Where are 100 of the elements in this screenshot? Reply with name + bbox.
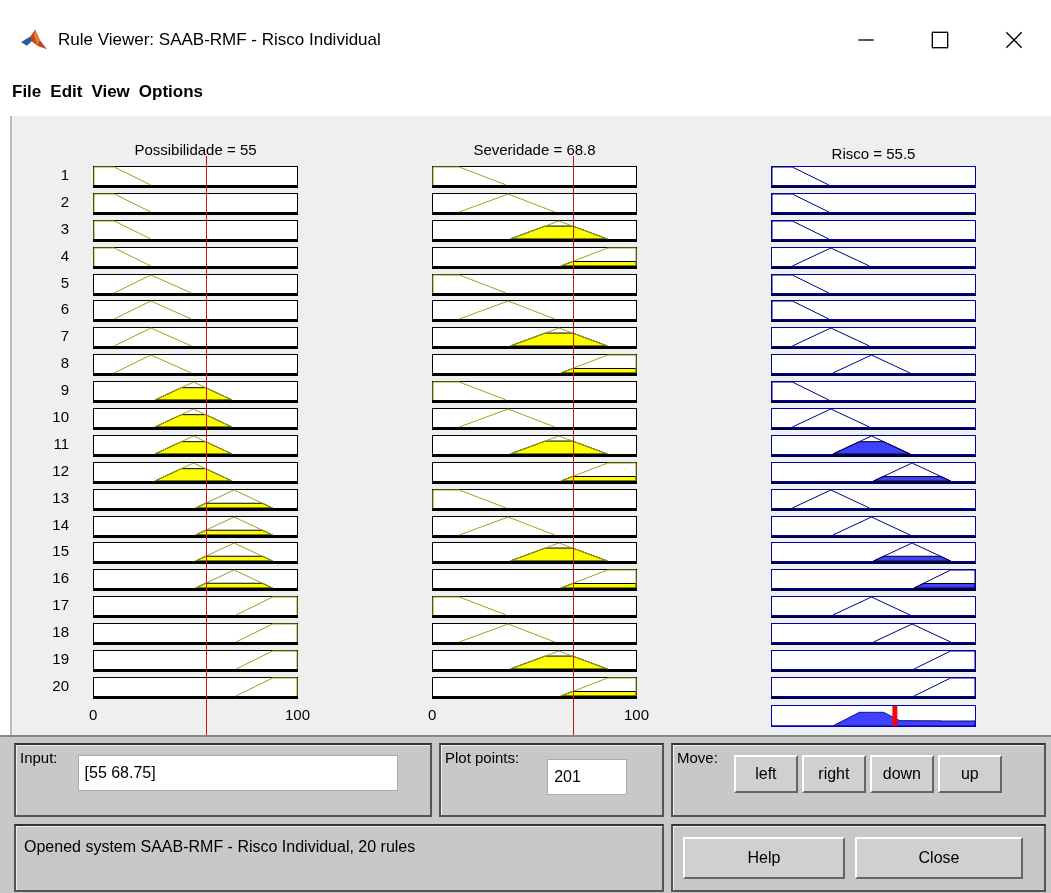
axis-tick-label: 0	[428, 705, 437, 723]
membership-plot[interactable]	[772, 355, 975, 374]
rule-number: 5	[59, 273, 70, 291]
rule-number: 2	[59, 192, 70, 210]
membership-plot[interactable]	[772, 651, 975, 670]
aggregate-output-plot[interactable]	[771, 704, 976, 727]
membership-plot[interactable]	[94, 274, 297, 293]
axis-tick-label: 100	[284, 705, 310, 723]
rule-number: 14	[51, 515, 70, 533]
plot-points-label: Plot points:	[445, 749, 520, 766]
plot-points-field[interactable]: 201	[547, 759, 628, 795]
rule-number: 8	[59, 354, 70, 372]
membership-plot[interactable]	[94, 435, 297, 454]
move-label: Move:	[677, 749, 718, 766]
membership-plot[interactable]	[772, 597, 975, 616]
membership-plot[interactable]	[94, 516, 297, 535]
membership-curve	[235, 623, 298, 643]
input-value-line[interactable]	[205, 156, 208, 735]
rule-number: 11	[52, 434, 70, 452]
membership-plot[interactable]	[772, 435, 975, 454]
membership-plot[interactable]	[433, 516, 636, 535]
membership-plot[interactable]	[433, 435, 636, 454]
membership-curve	[771, 166, 830, 186]
membership-plot[interactable]	[772, 247, 975, 266]
move-button[interactable]: right	[801, 755, 866, 793]
membership-plot[interactable]	[433, 355, 636, 374]
membership-plot[interactable]	[772, 516, 975, 535]
membership-plot[interactable]	[94, 624, 297, 643]
membership-curve	[913, 677, 976, 697]
membership-plot[interactable]	[94, 328, 297, 347]
dialog-button[interactable]: Help	[683, 837, 845, 879]
membership-plot[interactable]	[94, 597, 297, 616]
membership-plot[interactable]	[433, 382, 636, 401]
variable-title: Risco = 55.5	[831, 145, 916, 162]
centroid-marker	[892, 705, 898, 726]
rule-number: 19	[51, 650, 70, 668]
membership-plot[interactable]	[94, 220, 297, 239]
membership-curve	[93, 193, 152, 213]
membership-plot[interactable]	[772, 220, 975, 239]
membership-plot[interactable]	[94, 193, 297, 212]
membership-plot[interactable]	[433, 651, 636, 670]
move-button[interactable]: down	[869, 755, 934, 793]
membership-plot[interactable]	[433, 543, 636, 562]
membership-plot[interactable]	[772, 328, 975, 347]
membership-plot[interactable]	[772, 624, 975, 643]
membership-plot[interactable]	[772, 543, 975, 562]
membership-plot[interactable]	[94, 247, 297, 266]
membership-plot[interactable]	[94, 462, 297, 481]
membership-plot[interactable]	[433, 624, 636, 643]
membership-plot[interactable]	[772, 677, 975, 696]
membership-curve	[235, 596, 298, 616]
membership-curve	[93, 247, 152, 267]
membership-plot[interactable]	[433, 193, 636, 212]
rule-number: 3	[59, 219, 70, 237]
membership-plot[interactable]	[433, 462, 636, 481]
membership-plot[interactable]	[772, 489, 975, 508]
menu-item[interactable]: View	[91, 80, 130, 104]
membership-plot[interactable]	[94, 355, 297, 374]
membership-plot[interactable]	[94, 570, 297, 589]
membership-plot[interactable]	[94, 543, 297, 562]
membership-plot[interactable]	[433, 489, 636, 508]
membership-plot[interactable]	[772, 193, 975, 212]
membership-plot[interactable]	[772, 382, 975, 401]
membership-plot[interactable]	[94, 301, 297, 320]
membership-plot[interactable]	[433, 677, 636, 696]
input-value-line[interactable]	[572, 156, 575, 735]
menu-item[interactable]: File	[12, 80, 42, 104]
membership-plot[interactable]	[772, 462, 975, 481]
membership-plot[interactable]	[94, 677, 297, 696]
rule-number: 9	[59, 381, 70, 399]
membership-plot[interactable]	[94, 382, 297, 401]
rule-number: 13	[51, 488, 70, 506]
rule-number: 17	[51, 596, 70, 614]
membership-plot[interactable]	[94, 651, 297, 670]
membership-plot[interactable]	[433, 570, 636, 589]
move-button[interactable]: up	[937, 755, 1002, 793]
menu-item[interactable]: Edit	[50, 80, 83, 104]
rule-number: 15	[51, 542, 70, 560]
rule-number: 7	[59, 327, 70, 345]
dialog-button[interactable]: Close	[855, 837, 1023, 879]
rule-number: 1	[59, 166, 70, 183]
membership-plot[interactable]	[772, 570, 975, 589]
fill-area	[913, 583, 976, 589]
rule-number: 16	[51, 569, 70, 587]
membership-curve	[771, 193, 830, 213]
membership-plot[interactable]	[433, 247, 636, 266]
membership-plot[interactable]	[433, 274, 636, 293]
membership-plot[interactable]	[433, 597, 636, 616]
membership-plot[interactable]	[433, 328, 636, 347]
menu-item[interactable]: Options	[138, 80, 204, 104]
move-button[interactable]: left	[733, 755, 798, 793]
membership-plot[interactable]	[772, 301, 975, 320]
rule-number: 6	[59, 300, 70, 318]
membership-plot[interactable]	[433, 220, 636, 239]
rule-number: 12	[51, 461, 70, 479]
input-field[interactable]: [55 68.75]	[77, 755, 398, 791]
membership-plot[interactable]	[433, 301, 636, 320]
membership-plot[interactable]	[94, 489, 297, 508]
membership-curve	[771, 381, 830, 401]
membership-plot[interactable]	[772, 274, 975, 293]
